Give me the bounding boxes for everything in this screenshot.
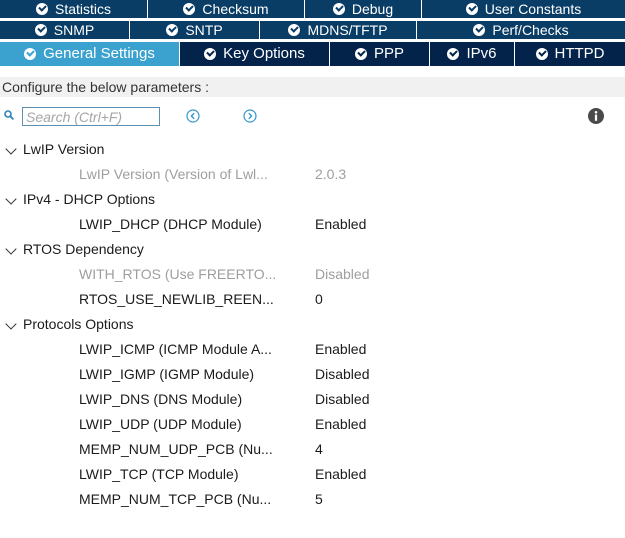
tab-row-3: General Settings Key Options PPP IPv6 HT…	[0, 42, 625, 66]
check-circle-icon	[24, 48, 37, 60]
tab-label: IPv6	[466, 45, 497, 62]
category-lwip-version[interactable]: LwIP Version	[0, 137, 625, 162]
check-circle-icon	[473, 24, 486, 36]
search-input[interactable]	[22, 107, 160, 126]
category-label: Protocols Options	[23, 316, 134, 332]
param-name: LWIP_UDP (UDP Module)	[79, 416, 242, 432]
tab-mdns-tftp[interactable]: MDNS/TFTP	[260, 21, 417, 39]
chevron-down-icon[interactable]	[5, 193, 17, 205]
param-rtos-use-newlib[interactable]: RTOS_USE_NEWLIB_REEN... 0	[0, 287, 625, 312]
param-name: LWIP_ICMP (ICMP Module A...	[79, 341, 272, 357]
check-circle-icon	[204, 48, 217, 60]
param-name: LwIP Version (Version of Lwl...	[79, 166, 268, 182]
param-lwip-tcp[interactable]: LWIP_TCP (TCP Module) Enabled	[0, 462, 625, 487]
tab-label: MDNS/TFTP	[307, 22, 388, 38]
param-lwip-version[interactable]: LwIP Version (Version of Lwl... 2.0.3	[0, 162, 625, 187]
param-lwip-dhcp[interactable]: LWIP_DHCP (DHCP Module) Enabled	[0, 212, 625, 237]
previous-match-icon[interactable]	[186, 109, 200, 123]
param-memp-num-tcp-pcb[interactable]: MEMP_NUM_TCP_PCB (Nu... 5	[0, 487, 625, 512]
check-circle-icon	[166, 24, 179, 36]
chevron-down-icon[interactable]	[5, 318, 17, 330]
category-rtos-dependency[interactable]: RTOS Dependency	[0, 237, 625, 262]
param-lwip-dns[interactable]: LWIP_DNS (DNS Module) Disabled	[0, 387, 625, 412]
tab-sntp[interactable]: SNTP	[130, 21, 260, 39]
check-circle-icon	[35, 3, 48, 15]
tab-statistics[interactable]: Statistics	[0, 0, 148, 18]
param-value: 4	[315, 441, 323, 457]
search-icon[interactable]	[4, 110, 14, 120]
tab-key-options[interactable]: Key Options	[180, 42, 330, 66]
tab-label: Debug	[351, 1, 394, 17]
param-name: WITH_RTOS (Use FREERTO...	[79, 266, 277, 282]
param-value: 5	[315, 491, 323, 507]
param-name: MEMP_NUM_UDP_PCB (Nu...	[79, 441, 273, 457]
param-name: LWIP_IGMP (IGMP Module)	[79, 366, 255, 382]
param-value: 2.0.3	[315, 166, 347, 182]
check-circle-icon	[354, 48, 367, 60]
tab-general-settings[interactable]: General Settings	[0, 42, 180, 66]
param-name: LWIP_DHCP (DHCP Module)	[79, 216, 262, 232]
param-lwip-udp[interactable]: LWIP_UDP (UDP Module) Enabled	[0, 412, 625, 437]
tab-perf-checks[interactable]: Perf/Checks	[417, 21, 625, 39]
check-circle-icon	[447, 48, 460, 60]
tab-ipv6[interactable]: IPv6	[430, 42, 515, 66]
tab-label: General Settings	[43, 45, 155, 62]
check-circle-icon	[332, 3, 345, 15]
param-value: Disabled	[315, 391, 370, 407]
chevron-down-icon[interactable]	[5, 243, 17, 255]
param-name: MEMP_NUM_TCP_PCB (Nu...	[79, 491, 272, 507]
param-value: Disabled	[315, 266, 370, 282]
tab-label: Perf/Checks	[492, 22, 569, 38]
param-name: RTOS_USE_NEWLIB_REEN...	[79, 291, 274, 307]
tab-label: Checksum	[202, 1, 269, 17]
category-label: IPv4 - DHCP Options	[23, 191, 156, 207]
tab-debug[interactable]: Debug	[305, 0, 422, 18]
search-bar	[0, 106, 625, 128]
tab-checksum[interactable]: Checksum	[148, 0, 305, 18]
tab-row-1: Statistics Checksum Debug User Constants	[0, 0, 625, 18]
tab-user-constants[interactable]: User Constants	[422, 0, 625, 18]
parameter-tree: LwIP Version LwIP Version (Version of Lw…	[0, 137, 625, 512]
chevron-down-icon[interactable]	[5, 143, 17, 155]
tab-label: SNMP	[53, 22, 95, 38]
param-lwip-igmp[interactable]: LWIP_IGMP (IGMP Module) Disabled	[0, 362, 625, 387]
category-label: RTOS Dependency	[23, 241, 144, 257]
check-circle-icon	[34, 24, 47, 36]
param-value: 0	[315, 291, 323, 307]
tab-label: PPP	[373, 45, 404, 62]
check-circle-icon	[288, 24, 301, 36]
check-circle-icon	[183, 3, 196, 15]
param-value: Enabled	[315, 341, 367, 357]
param-name: LWIP_TCP (TCP Module)	[79, 466, 239, 482]
tab-label: SNTP	[185, 22, 223, 38]
tab-ppp[interactable]: PPP	[330, 42, 430, 66]
category-label: LwIP Version	[23, 141, 105, 157]
param-lwip-icmp[interactable]: LWIP_ICMP (ICMP Module A... Enabled	[0, 337, 625, 362]
next-match-icon[interactable]	[243, 109, 257, 123]
tab-label: User Constants	[484, 1, 582, 17]
category-ipv4-dhcp[interactable]: IPv4 - DHCP Options	[0, 187, 625, 212]
check-circle-icon	[465, 3, 478, 15]
param-value: Enabled	[315, 416, 367, 432]
tab-label: HTTPD	[554, 45, 605, 62]
param-with-rtos[interactable]: WITH_RTOS (Use FREERTO... Disabled	[0, 262, 625, 287]
tab-httpd[interactable]: HTTPD	[515, 42, 625, 66]
tab-label: Key Options	[223, 45, 305, 62]
param-value: Disabled	[315, 366, 370, 382]
tab-label: Statistics	[54, 1, 111, 17]
param-value: Enabled	[315, 216, 367, 232]
tab-snmp[interactable]: SNMP	[0, 21, 130, 39]
param-value: Enabled	[315, 466, 367, 482]
category-protocols-options[interactable]: Protocols Options	[0, 312, 625, 337]
check-circle-icon	[535, 48, 548, 60]
tab-row-2: SNMP SNTP MDNS/TFTP Perf/Checks	[0, 21, 625, 39]
param-name: LWIP_DNS (DNS Module)	[79, 391, 243, 407]
info-icon[interactable]	[588, 108, 604, 124]
param-memp-num-udp-pcb[interactable]: MEMP_NUM_UDP_PCB (Nu... 4	[0, 437, 625, 462]
configure-hint: Configure the below parameters :	[0, 77, 625, 97]
